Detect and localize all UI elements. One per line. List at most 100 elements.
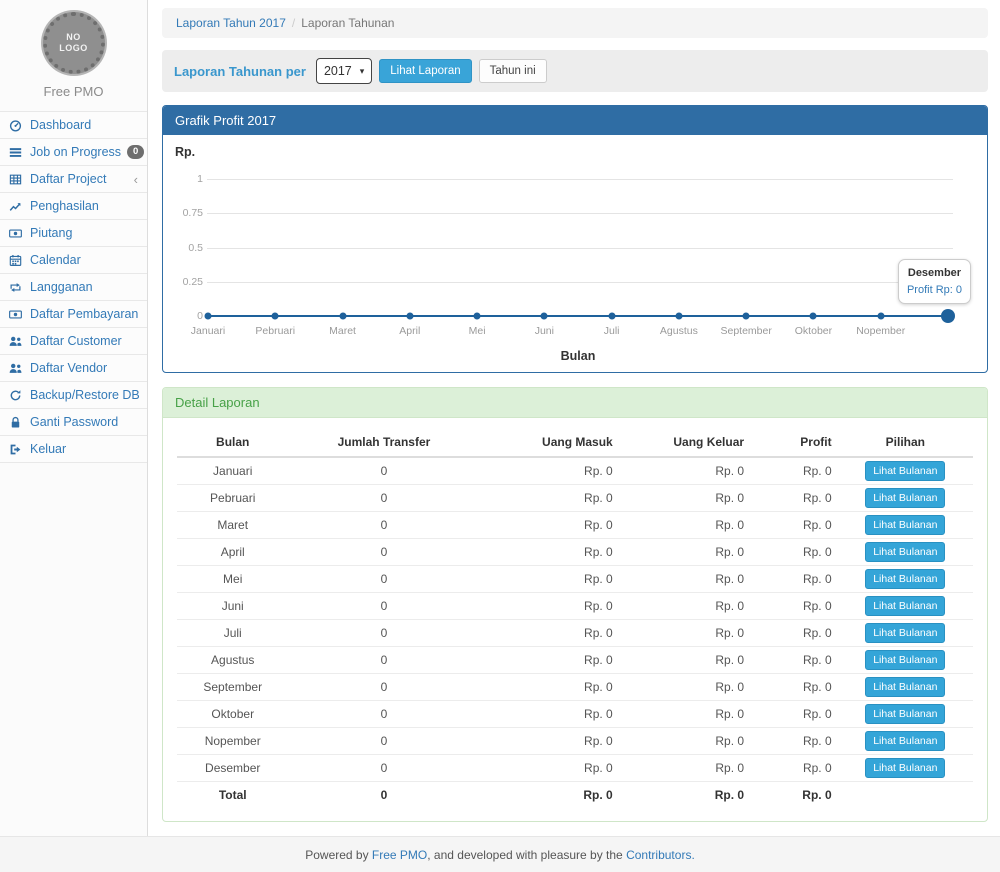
profit-series-line (208, 315, 948, 317)
column-header-profit: Profit (758, 428, 838, 457)
cell-jumlah-transfer: 0 (288, 485, 479, 512)
table-row: Pebruari0Rp. 0Rp. 0Rp. 0Lihat Bulanan (177, 485, 973, 512)
no-logo-image: NO LOGO (43, 12, 105, 74)
total-cell-empty (838, 782, 973, 806)
gridline (207, 248, 953, 249)
sidebar-item-keluar[interactable]: Keluar (0, 436, 147, 463)
breadcrumb-link[interactable]: Laporan Tahun 2017 (176, 16, 286, 30)
cell-uang-keluar: Rp. 0 (623, 566, 758, 593)
cell-uang-keluar: Rp. 0 (623, 485, 758, 512)
lihat-bulanan-button[interactable]: Lihat Bulanan (865, 488, 945, 508)
data-point-januari (205, 313, 212, 320)
cell-uang-keluar: Rp. 0 (623, 512, 758, 539)
sidebar-item-label: Backup/Restore DB (30, 388, 140, 402)
users-icon (9, 362, 24, 375)
count-badge: 0 (127, 145, 144, 159)
lihat-bulanan-button[interactable]: Lihat Bulanan (865, 569, 945, 589)
sidebar-item-daftar-project[interactable]: Daftar Project‹ (0, 166, 147, 193)
table-row: Juni0Rp. 0Rp. 0Rp. 0Lihat Bulanan (177, 593, 973, 620)
sidebar-item-label: Calendar (30, 253, 81, 267)
sidebar-item-job-on-progress[interactable]: Job on Progress0 (0, 139, 147, 166)
lihat-bulanan-button[interactable]: Lihat Bulanan (865, 623, 945, 643)
y-axis-tick-label: 1 (163, 173, 203, 185)
sidebar-item-ganti-password[interactable]: Ganti Password (0, 409, 147, 436)
table-total-row: Total0Rp. 0Rp. 0Rp. 0 (177, 782, 973, 806)
table-icon (9, 173, 24, 186)
lihat-bulanan-button[interactable]: Lihat Bulanan (865, 542, 945, 562)
caret-down-icon: ▾ (360, 66, 365, 77)
cell-uang-masuk: Rp. 0 (479, 647, 622, 674)
x-axis-tick-label: April (374, 325, 446, 337)
lihat-bulanan-button[interactable]: Lihat Bulanan (865, 704, 945, 724)
cell-uang-masuk: Rp. 0 (479, 593, 622, 620)
lihat-bulanan-button[interactable]: Lihat Bulanan (865, 596, 945, 616)
profit-chart-panel: Grafik Profit 2017 Rp.10.750.50.250Janua… (162, 105, 988, 373)
chevron-left-icon: ‹ (134, 173, 138, 186)
cell-jumlah-transfer: 0 (288, 620, 479, 647)
sidebar-item-penghasilan[interactable]: Penghasilan (0, 193, 147, 220)
sidebar-item-piutang[interactable]: Piutang (0, 220, 147, 247)
profit-line-chart: Rp.10.750.50.250JanuariPebruariMaretApri… (163, 135, 987, 372)
sidebar-item-langganan[interactable]: Langganan (0, 274, 147, 301)
cell-jumlah-transfer: 0 (288, 593, 479, 620)
sidebar: NO LOGO Free PMO Dashboard Job on Progres… (0, 0, 148, 836)
year-select[interactable]: 2017 ▾ (316, 58, 372, 84)
tahun-ini-button[interactable]: Tahun ini (479, 59, 547, 83)
cell-bulan: Agustus (177, 647, 288, 674)
y-axis-title: Rp. (175, 145, 195, 159)
breadcrumb-current: Laporan Tahunan (301, 16, 394, 30)
total-cell-uang-masuk: Rp. 0 (479, 782, 622, 806)
cell-jumlah-transfer: 0 (288, 512, 479, 539)
sidebar-item-dashboard[interactable]: Dashboard (0, 112, 147, 139)
lihat-bulanan-button[interactable]: Lihat Bulanan (865, 758, 945, 778)
sidebar-item-daftar-vendor[interactable]: Daftar Vendor (0, 355, 147, 382)
cell-uang-keluar: Rp. 0 (623, 593, 758, 620)
breadcrumb: Laporan Tahun 2017 / Laporan Tahunan (162, 8, 988, 38)
lihat-laporan-button[interactable]: Lihat Laporan (379, 59, 471, 83)
total-cell-jumlah-transfer: 0 (288, 782, 479, 806)
cell-profit: Rp. 0 (758, 728, 838, 755)
lihat-bulanan-button[interactable]: Lihat Bulanan (865, 650, 945, 670)
y-axis-tick-label: 0.25 (163, 276, 203, 288)
toolbar-label: Laporan Tahunan per (174, 64, 306, 79)
tooltip-title: Desember (907, 265, 962, 282)
cell-uang-masuk: Rp. 0 (479, 457, 622, 485)
table-row: Desember0Rp. 0Rp. 0Rp. 0Lihat Bulanan (177, 755, 973, 782)
lihat-bulanan-button[interactable]: Lihat Bulanan (865, 677, 945, 697)
cell-bulan: Juli (177, 620, 288, 647)
gridline (207, 282, 953, 283)
footer: Powered by Free PMO, and developed with … (0, 836, 1000, 872)
cell-uang-keluar: Rp. 0 (623, 647, 758, 674)
lihat-bulanan-button[interactable]: Lihat Bulanan (865, 515, 945, 535)
data-point-juni (541, 313, 548, 320)
detail-panel-title: Detail Laporan (163, 388, 987, 418)
users-icon (9, 335, 24, 348)
contributors-link[interactable]: Contributors. (626, 848, 695, 862)
cell-jumlah-transfer: 0 (288, 755, 479, 782)
x-axis-title: Bulan (208, 349, 948, 363)
brand-name: Free PMO (8, 84, 139, 99)
cell-bulan: April (177, 539, 288, 566)
sidebar-item-daftar-pembayaran[interactable]: Daftar Pembayaran (0, 301, 147, 328)
data-point-oktober (810, 313, 817, 320)
cell-profit: Rp. 0 (758, 539, 838, 566)
sidebar-item-daftar-customer[interactable]: Daftar Customer (0, 328, 147, 355)
chart-tooltip: DesemberProfit Rp: 0 (898, 259, 971, 304)
breadcrumb-separator: / (292, 16, 295, 30)
cell-profit: Rp. 0 (758, 457, 838, 485)
cell-uang-masuk: Rp. 0 (479, 620, 622, 647)
x-axis-tick-label: September (710, 325, 782, 337)
cell-uang-keluar: Rp. 0 (623, 674, 758, 701)
sidebar-item-label: Dashboard (30, 118, 91, 132)
lihat-bulanan-button[interactable]: Lihat Bulanan (865, 731, 945, 751)
lihat-bulanan-button[interactable]: Lihat Bulanan (865, 461, 945, 481)
sidebar-item-label: Daftar Vendor (30, 361, 107, 375)
sidebar-item-label: Ganti Password (30, 415, 118, 429)
free-pmo-link[interactable]: Free PMO (372, 848, 427, 862)
cell-uang-masuk: Rp. 0 (479, 728, 622, 755)
sidebar-item-backup-restore-db[interactable]: Backup/Restore DB (0, 382, 147, 409)
sidebar-item-calendar[interactable]: Calendar (0, 247, 147, 274)
cell-profit: Rp. 0 (758, 647, 838, 674)
main-content: Laporan Tahun 2017 / Laporan Tahunan Lapor… (148, 0, 1000, 836)
x-axis-tick-label: Oktober (777, 325, 849, 337)
